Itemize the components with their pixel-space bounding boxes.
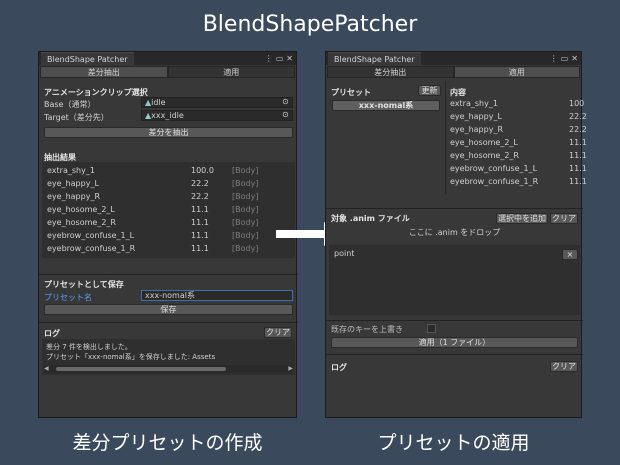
preset-list-item-selected[interactable]: xxx-nomal系 [332,100,440,111]
close-icon[interactable]: ✕ [286,54,293,63]
result-value: 22.2 [191,192,209,201]
overwrite-label: 既存のキーを上書き [331,325,403,334]
refresh-button[interactable]: 更新 [418,85,441,96]
log-clear-button[interactable]: クリア [264,327,292,338]
content-name: eye_happy_R [450,125,503,134]
tab-apply[interactable]: 適用 [167,66,295,78]
result-name: extra_shy_1 [47,166,95,175]
apply-button[interactable]: 適用（1 ファイル） [331,337,578,348]
content-value: 11.1 [569,164,587,173]
maximize-icon[interactable]: ▭ [561,54,569,63]
base-label: Base（通常） [44,100,96,109]
result-value: 11.1 [191,244,209,253]
window-tab[interactable]: BlendShape Patcher [41,52,134,65]
preset-name-label: プリセット名 [44,293,92,302]
result-name: eyebrow_confuse_1_L [47,231,135,240]
content-name: eye_hosome_2_R [450,151,519,160]
tab-apply[interactable]: 適用 [453,66,580,78]
preset-section-title: プリセットとして保存 [44,280,124,289]
tab-extract[interactable]: 差分抽出 [40,66,168,78]
window-tabbar: BlendShape Patcher ⋮ ▭ ✕ [326,52,581,65]
content-value: 100 [569,99,585,108]
result-value: 11.1 [191,231,209,240]
result-mesh: [Body] [232,166,259,175]
base-clip-field[interactable]: ▲idle [141,97,293,108]
result-mesh: [Body] [232,192,259,201]
maximize-icon[interactable]: ▭ [276,54,284,63]
object-picker-icon[interactable]: ⊙ [282,110,289,119]
save-button[interactable]: 保存 [44,304,293,315]
content-name: eyebrow_confuse_1_L [450,164,538,173]
result-mesh: [Body] [232,244,259,253]
content-value: 22.2 [569,125,587,134]
result-value: 22.2 [191,179,209,188]
scroll-left-icon[interactable]: ◀ [44,365,49,372]
right-caption: プリセットの適用 [377,432,530,454]
result-name: eye_happy_L [47,179,99,188]
clip-section-title: アニメーションクリップ選択 [44,88,148,97]
apply-window: BlendShape Patcher ⋮ ▭ ✕ 差分抽出 適用 プリセット 更… [325,51,587,418]
add-selected-button[interactable]: 選択中を追加 [496,213,548,224]
target-file-list [329,245,580,315]
result-value: 11.1 [191,205,209,214]
log-section-title: ログ [331,363,347,372]
target-files-title: 対象 .anim ファイル [331,214,410,223]
log-section-title: ログ [44,329,60,338]
target-label: Target（差分先） [44,113,109,122]
result-mesh: [Body] [232,205,259,214]
content-value: 11.1 [569,151,587,160]
kebab-menu-icon[interactable]: ⋮ [550,54,558,63]
mode-tabs: 差分抽出 適用 [327,66,580,78]
result-mesh: [Body] [232,179,259,188]
result-name: eyebrow_confuse_1_R [47,244,136,253]
content-value: 11.1 [569,138,587,147]
scroll-right-icon[interactable]: ▶ [288,365,293,372]
target-clear-button[interactable]: クリア [550,213,578,224]
target-clip-value: xxx_idle [151,111,184,120]
base-clip-value: idle [151,98,166,107]
content-name: eyebrow_confuse_1_R [450,177,539,186]
preset-name-input[interactable]: xxx-nomal系 [141,290,293,301]
log-line: プリセット「xxx-nomal系」を保存しました: Assets [46,353,216,361]
result-mesh: [Body] [232,218,259,227]
log-line: 差分 7 件を検出しました。 [46,343,132,351]
extract-window: BlendShape Patcher ⋮ ▭ ✕ 差分抽出 適用 アニメーション… [38,51,298,418]
close-icon[interactable]: ✕ [571,54,578,63]
left-caption: 差分プリセットの作成 [72,432,263,454]
result-mesh: [Body] [232,231,259,240]
content-value: 11.1 [569,177,587,186]
extract-button[interactable]: 差分を抽出 [44,127,293,138]
log-clear-button[interactable]: クリア [550,361,578,372]
result-name: eye_happy_R [47,192,100,201]
remove-button[interactable]: × [562,249,578,260]
scrollbar-thumb[interactable] [56,367,226,371]
window-tab[interactable]: BlendShape Patcher [328,52,421,65]
drop-zone[interactable]: ここに .anim をドロップ [326,227,583,238]
mode-tabs: 差分抽出 適用 [40,66,295,78]
result-name: eye_hosome_2_L [47,205,115,214]
overwrite-checkbox[interactable] [427,324,436,333]
page-title: BlendShapePatcher [202,12,418,37]
tab-extract[interactable]: 差分抽出 [327,66,454,78]
target-file-item: point [334,249,355,258]
content-name: eye_happy_L [450,112,502,121]
content-name: eye_hosome_2_L [450,138,518,147]
content-name: extra_shy_1 [450,99,498,108]
result-name: eye_hosome_2_R [47,218,116,227]
window-tabbar: BlendShape Patcher ⋮ ▭ ✕ [39,52,296,65]
kebab-menu-icon[interactable]: ⋮ [265,54,273,63]
preset-section-title: プリセット [331,88,371,97]
content-value: 22.2 [569,112,587,121]
object-picker-icon[interactable]: ⊙ [282,97,289,106]
result-value: 11.1 [191,218,209,227]
target-clip-field[interactable]: ▲xxx_idle [141,110,293,121]
result-value: 100.0 [191,166,214,175]
horizontal-scrollbar[interactable]: ◀ ▶ [44,365,293,373]
